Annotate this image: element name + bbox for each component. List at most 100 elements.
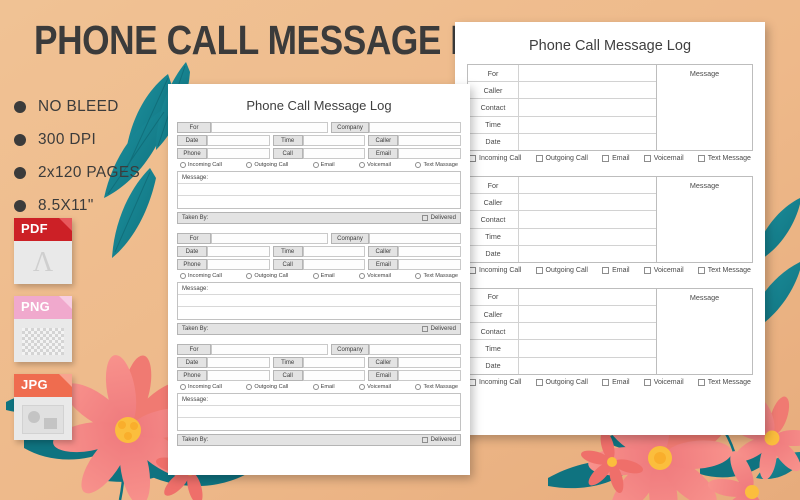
message-area[interactable]: Message bbox=[656, 65, 753, 150]
input-time[interactable] bbox=[302, 135, 366, 146]
checkbox-outgoing-call[interactable]: Outgoing Call bbox=[535, 154, 588, 162]
radio-email[interactable]: Email bbox=[312, 162, 335, 168]
input-date[interactable] bbox=[207, 135, 270, 146]
checkbox-incoming-call[interactable]: Incoming Call bbox=[469, 378, 521, 386]
checkbox-incoming-call[interactable]: Incoming Call bbox=[469, 266, 521, 274]
poster-headline: PHONE CALL MESSAGE LOG bbox=[34, 17, 526, 63]
radio-incoming-call[interactable]: Incoming Call bbox=[180, 384, 222, 390]
field-input[interactable] bbox=[519, 82, 656, 98]
input-for[interactable] bbox=[211, 233, 328, 244]
field-input[interactable] bbox=[519, 340, 656, 356]
checkbox-incoming-call[interactable]: Incoming Call bbox=[469, 154, 521, 162]
input-time[interactable] bbox=[302, 357, 366, 368]
checkbox-text-message[interactable]: Text Message bbox=[697, 154, 751, 162]
message-line[interactable] bbox=[178, 184, 460, 196]
input-call[interactable] bbox=[302, 148, 366, 159]
label-call: Call bbox=[272, 370, 303, 381]
message-box[interactable]: Message: bbox=[177, 282, 461, 320]
field-label: Time bbox=[468, 116, 519, 133]
radio-incoming-call[interactable]: Incoming Call bbox=[180, 273, 222, 279]
field-row-contact: Contact bbox=[468, 323, 656, 341]
radio-outgoing-call[interactable]: Outgoing Call bbox=[246, 162, 288, 168]
input-phone[interactable] bbox=[207, 148, 270, 159]
message-line[interactable] bbox=[178, 295, 460, 307]
field-input[interactable] bbox=[519, 134, 656, 150]
field-input[interactable] bbox=[519, 117, 656, 133]
input-email[interactable] bbox=[398, 259, 462, 270]
radio-text-message[interactable]: Text Massage bbox=[415, 384, 458, 390]
radio-outgoing-call[interactable]: Outgoing Call bbox=[246, 384, 288, 390]
message-line[interactable] bbox=[178, 418, 460, 430]
message-line[interactable] bbox=[178, 406, 460, 418]
checkbox-delivered[interactable]: Delivered bbox=[421, 215, 456, 221]
checkbox-email[interactable]: Email bbox=[602, 154, 630, 162]
field-input[interactable] bbox=[519, 99, 656, 115]
field-input[interactable] bbox=[519, 246, 656, 262]
acrobat-glyph-icon: Λ bbox=[32, 247, 54, 279]
radio-label: Voicemail bbox=[367, 273, 392, 279]
message-box[interactable]: Message: bbox=[177, 393, 461, 431]
input-caller[interactable] bbox=[398, 246, 462, 257]
input-call[interactable] bbox=[302, 370, 366, 381]
input-for[interactable] bbox=[211, 122, 328, 133]
checkbox-icon bbox=[602, 154, 610, 162]
checkbox-email[interactable]: Email bbox=[602, 378, 630, 386]
checkbox-icon bbox=[643, 378, 651, 386]
label-time: Time bbox=[272, 357, 303, 368]
input-company[interactable] bbox=[369, 344, 461, 355]
checkbox-icon bbox=[469, 154, 476, 162]
checkbox-email[interactable]: Email bbox=[602, 266, 630, 274]
message-line[interactable] bbox=[178, 196, 460, 208]
field-input[interactable] bbox=[519, 211, 656, 227]
field-input[interactable] bbox=[519, 323, 656, 339]
radio-voicemail[interactable]: Voicemail bbox=[359, 384, 391, 390]
checkbox-outgoing-call[interactable]: Outgoing Call bbox=[535, 378, 588, 386]
message-line[interactable] bbox=[178, 307, 460, 319]
input-time[interactable] bbox=[302, 246, 366, 257]
field-row-caller: Caller bbox=[468, 306, 656, 324]
field-input[interactable] bbox=[519, 177, 656, 193]
field-input[interactable] bbox=[519, 65, 656, 81]
field-input[interactable] bbox=[519, 194, 656, 210]
input-date[interactable] bbox=[207, 357, 270, 368]
input-date[interactable] bbox=[207, 246, 270, 257]
radio-email[interactable]: Email bbox=[312, 384, 335, 390]
radio-outgoing-call[interactable]: Outgoing Call bbox=[246, 273, 288, 279]
checkbox-icon bbox=[602, 378, 610, 386]
checkbox-voicemail[interactable]: Voicemail bbox=[643, 378, 684, 386]
jpg-art bbox=[14, 397, 72, 440]
field-input[interactable] bbox=[519, 229, 656, 245]
message-box[interactable]: Message: bbox=[177, 171, 461, 209]
input-email[interactable] bbox=[398, 370, 462, 381]
checkbox-voicemail[interactable]: Voicemail bbox=[643, 266, 684, 274]
field-input[interactable] bbox=[519, 289, 656, 305]
checkbox-voicemail[interactable]: Voicemail bbox=[643, 154, 684, 162]
input-for[interactable] bbox=[211, 344, 328, 355]
input-email[interactable] bbox=[398, 148, 462, 159]
radio-incoming-call[interactable]: Incoming Call bbox=[180, 162, 222, 168]
radio-voicemail[interactable]: Voicemail bbox=[359, 273, 391, 279]
field-input[interactable] bbox=[519, 358, 656, 374]
checkbox-delivered[interactable]: Delivered bbox=[421, 326, 456, 332]
radio-text-message[interactable]: Text Massage bbox=[415, 273, 458, 279]
input-caller[interactable] bbox=[398, 357, 462, 368]
radio-email[interactable]: Email bbox=[312, 273, 335, 279]
radio-voicemail[interactable]: Voicemail bbox=[359, 162, 391, 168]
row-date-time-caller: Date Time Caller bbox=[177, 246, 462, 257]
checkbox-delivered[interactable]: Delivered bbox=[421, 437, 456, 443]
message-area[interactable]: Message bbox=[656, 176, 753, 262]
input-company[interactable] bbox=[369, 122, 461, 133]
field-input[interactable] bbox=[519, 306, 656, 322]
input-call[interactable] bbox=[302, 259, 366, 270]
input-phone[interactable] bbox=[207, 259, 270, 270]
message-area[interactable]: Message bbox=[656, 288, 753, 374]
input-company[interactable] bbox=[369, 233, 461, 244]
label-company: Company bbox=[331, 122, 369, 133]
checkbox-text-message[interactable]: Text Message bbox=[697, 378, 751, 386]
input-caller[interactable] bbox=[398, 135, 462, 146]
checkbox-outgoing-call[interactable]: Outgoing Call bbox=[535, 266, 588, 274]
label-call: Call bbox=[272, 148, 303, 159]
radio-text-message[interactable]: Text Massage bbox=[415, 162, 458, 168]
input-phone[interactable] bbox=[207, 370, 270, 381]
checkbox-text-message[interactable]: Text Message bbox=[697, 266, 751, 274]
